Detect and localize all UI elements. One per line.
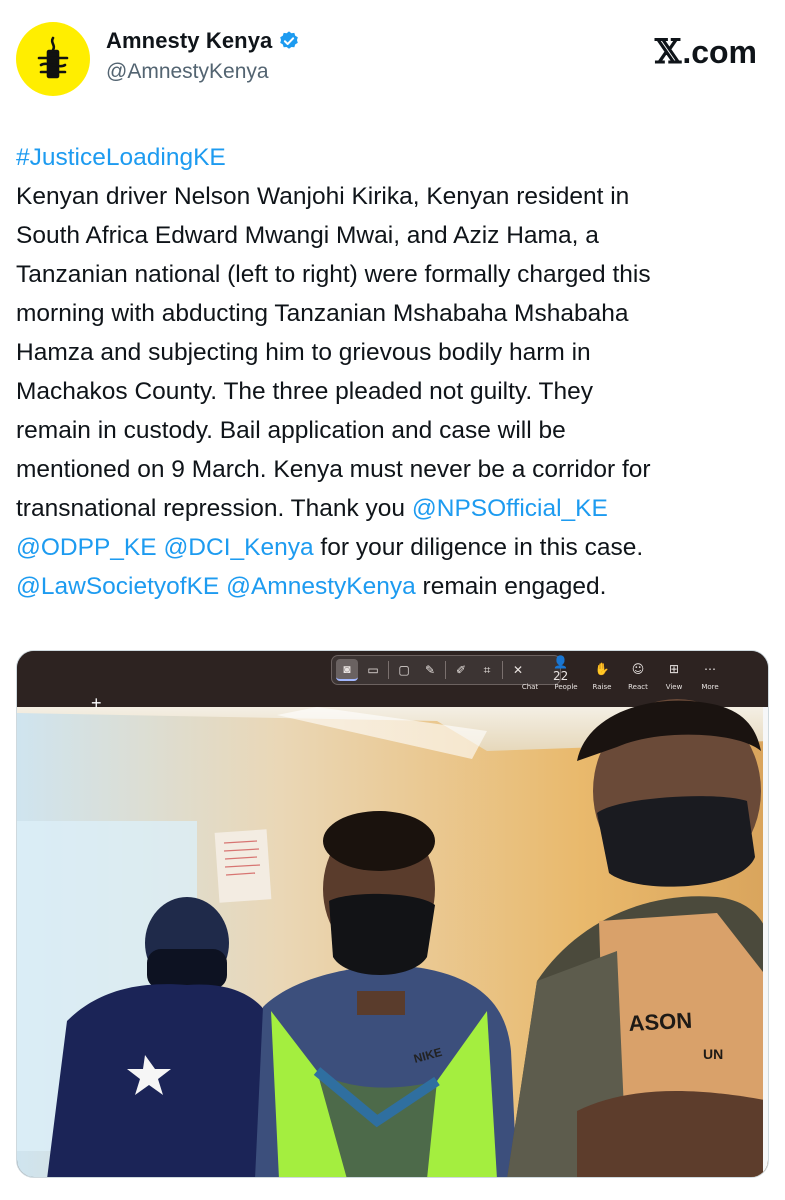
mention-link[interactable]: @DCI_Kenya <box>163 534 313 561</box>
x-logo-icon: 𝕏 <box>654 32 682 72</box>
meeting-control-label: People <box>554 683 578 691</box>
verified-badge-icon <box>280 31 299 49</box>
tweet-text-segment: South Africa Edward Mwangi Mwai, and Azi… <box>16 222 599 249</box>
tweet-text-segment: mentioned on 9 March. Kenya must never b… <box>16 456 651 483</box>
people-icon: 👤22 <box>553 655 569 683</box>
tweet-text-line: @LawSocietyofKE @AmnestyKenya remain eng… <box>16 567 776 606</box>
site-suffix: .com <box>682 33 757 70</box>
capture-shape-icon[interactable]: ▢ <box>393 659 415 681</box>
meeting-control-label: More <box>701 683 719 691</box>
tweet-media-image[interactable]: NIKE ASON UN ◙ ▭ ▢ ✎ ✐ ⌗ ✕ Chat 👤22 People… <box>16 650 769 1178</box>
meeting-control-label: React <box>628 683 648 691</box>
tweet-text-line: Kenyan driver Nelson Wanjohi Kirika, Ken… <box>16 177 776 216</box>
account-names: Amnesty Kenya @AmnestyKenya <box>106 28 300 84</box>
tweet-text-line: South Africa Edward Mwangi Mwai, and Azi… <box>16 216 776 255</box>
tweet-text: #JusticeLoadingKE Kenyan driver Nelson Wa… <box>16 138 776 606</box>
mention-link[interactable]: @AmnestyKenya <box>226 573 416 600</box>
meeting-control-raise[interactable]: ✋ Raise <box>589 657 615 707</box>
tweet-text-line: Machakos County. The three pleaded not g… <box>16 372 776 411</box>
crosshair-cursor-icon: + <box>91 693 102 713</box>
account-handle[interactable]: @AmnestyKenya <box>106 60 300 84</box>
tweet-text-segment: remain engaged. <box>415 573 607 600</box>
hashtag-link[interactable]: #JusticeLoadingKE <box>16 144 226 171</box>
tweet-text-segment: Kenyan driver Nelson Wanjohi Kirika, Ken… <box>16 183 630 210</box>
react-icon: ☺ <box>631 662 645 676</box>
meeting-control-label: Chat <box>521 683 539 691</box>
tweet-text-segment: morning with abducting Tanzanian Mshabah… <box>16 300 629 327</box>
tweet-text-segment: for your diligence in this case. <box>313 534 644 561</box>
tweet-text-line: transnational repression. Thank you @NPS… <box>16 489 776 528</box>
view-icon: ⊞ <box>668 662 680 676</box>
tweet-text-segment: remain in custody. Bail application and … <box>16 417 566 444</box>
edit-icon[interactable]: ✎ <box>419 659 441 681</box>
meeting-control-chat[interactable]: Chat <box>517 657 543 707</box>
tweet-header: Amnesty Kenya @AmnestyKenya 𝕏 .com <box>16 20 769 96</box>
avatar[interactable] <box>16 22 90 96</box>
meeting-control-people[interactable]: 👤22 People <box>553 655 579 707</box>
record-mode-icon[interactable]: ▭ <box>362 659 384 681</box>
display-name[interactable]: Amnesty Kenya <box>106 28 272 54</box>
pen-icon[interactable]: ✐ <box>450 659 472 681</box>
more-icon: ⋯ <box>704 662 716 676</box>
meeting-control-react[interactable]: ☺ React <box>625 657 651 707</box>
shirt-text: ASON <box>628 1008 693 1036</box>
tweet-text-segment: Tanzanian national (left to right) were … <box>16 261 651 288</box>
meeting-control-label: View <box>665 683 683 691</box>
tweet-text-line: @ODPP_KE @DCI_Kenya for your diligence i… <box>16 528 776 567</box>
tweet-text-line: Hamza and subjecting him to grievous bod… <box>16 333 776 372</box>
text-actions-icon[interactable]: ⌗ <box>476 659 498 681</box>
meeting-control-view[interactable]: ⊞ View <box>661 657 687 707</box>
tweet-text-segment: Hamza and subjecting him to grievous bod… <box>16 339 591 366</box>
raise-hand-icon: ✋ <box>594 662 610 676</box>
meeting-control-label: Raise <box>592 683 612 691</box>
tweet-text-segment: transnational repression. Thank you <box>16 495 412 522</box>
tweet-text-line: remain in custody. Bail application and … <box>16 411 776 450</box>
meeting-controls: Chat 👤22 People ✋ Raise ☺ React ⊞ View ⋯ More <box>517 655 723 707</box>
tweet-text-segment: Machakos County. The three pleaded not g… <box>16 378 594 405</box>
mention-link[interactable]: @LawSocietyofKE <box>16 573 219 600</box>
mention-link[interactable]: @NPSOfficial_KE <box>412 495 608 522</box>
tweet-text-line: mentioned on 9 March. Kenya must never b… <box>16 450 776 489</box>
screenshot-mode-icon[interactable]: ◙ <box>336 659 358 681</box>
video-call-photo: NIKE ASON UN <box>17 651 768 1177</box>
amnesty-candle-icon <box>37 36 69 79</box>
tweet-text-line: Tanzanian national (left to right) were … <box>16 255 776 294</box>
shirt-text-2: UN <box>703 1046 723 1062</box>
mention-link[interactable]: @ODPP_KE <box>16 534 157 561</box>
tweet-text-line: #JusticeLoadingKE <box>16 138 776 177</box>
tweet-text-line: morning with abducting Tanzanian Mshabah… <box>16 294 776 333</box>
meeting-control-more[interactable]: ⋯ More <box>697 657 723 707</box>
x-com-logo[interactable]: 𝕏 .com <box>655 32 757 72</box>
